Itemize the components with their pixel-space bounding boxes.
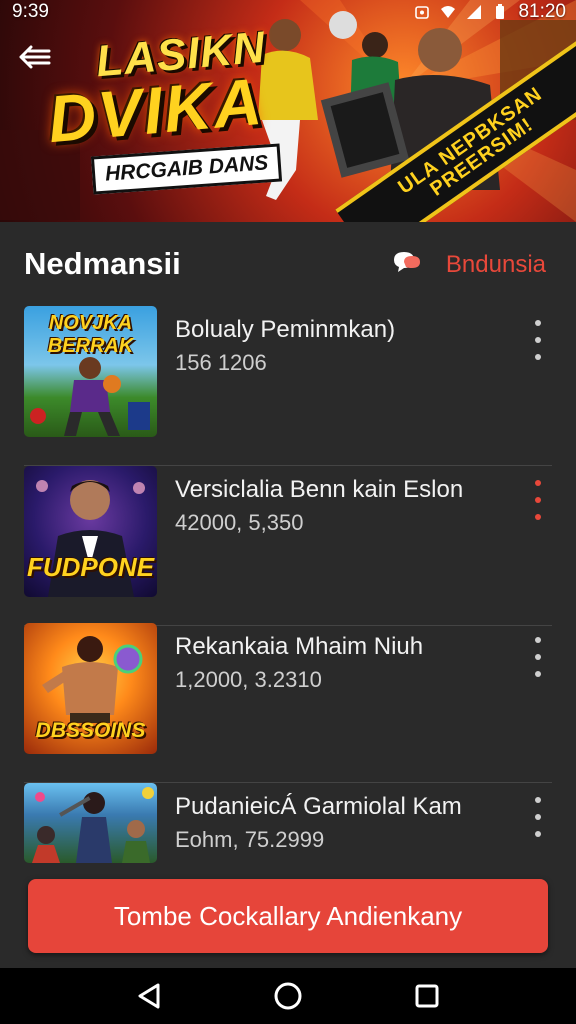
status-time: 9:39 <box>12 1 49 22</box>
nav-back-button[interactable] <box>129 976 169 1016</box>
more-options-icon[interactable] <box>528 637 548 677</box>
list-panel: Nedmansii Bndunsia NOVJKA BERRAK Bolualy… <box>0 222 576 968</box>
more-options-icon[interactable] <box>528 320 548 360</box>
square-recents-icon <box>415 984 439 1008</box>
status-icons: 81:20 <box>414 1 566 23</box>
list-item[interactable]: PudanieicÁ Garmiolal Kam Eohm, 75.2999 <box>0 783 576 865</box>
item-thumbnail <box>24 783 157 863</box>
item-title: Versiclalia Benn kain Eslon <box>175 476 464 503</box>
nav-home-button[interactable] <box>268 976 308 1016</box>
item-title: Rekankaia Mhaim Niuh <box>175 633 424 660</box>
item-thumbnail: FUDPONE <box>24 466 157 597</box>
hero-banner[interactable]: LASIKN DVIKA HRCGAIB DANS ULA NEPBKSAN P… <box>0 0 576 222</box>
item-title: PudanieicÁ Garmiolal Kam <box>175 793 462 820</box>
list-item[interactable]: NOVJKA BERRAK Bolualy Peminmkan) 156 120… <box>0 306 576 466</box>
chat-bubble-icon <box>393 252 420 272</box>
status-bar: 9:39 81:20 <box>0 0 576 24</box>
item-thumbnail: DBSSOINS <box>24 623 157 754</box>
more-options-icon[interactable] <box>528 480 548 520</box>
notification-icon <box>415 6 430 19</box>
more-options-icon[interactable] <box>528 797 548 837</box>
list-item[interactable]: DBSSOINS Rekankaia Mhaim Niuh 1,2000, 3.… <box>0 623 576 783</box>
thumb-title: NOVJKA BERRAK <box>47 312 134 357</box>
circle-home-icon <box>274 982 302 1010</box>
thumb-title: DBSSOINS <box>35 719 146 742</box>
section-header: Nedmansii Bndunsia <box>0 222 576 302</box>
primary-cta-button[interactable]: Tombe Cockallary Andienkany <box>28 879 548 953</box>
item-thumbnail: NOVJKA BERRAK <box>24 306 157 437</box>
item-subtitle: Eohm, 75.2999 <box>175 827 325 852</box>
back-button[interactable] <box>16 40 54 74</box>
item-title: Bolualy Peminmkan) <box>175 316 396 343</box>
system-nav-bar <box>0 968 576 1024</box>
wifi-icon <box>441 6 456 18</box>
section-action-label: Bndunsia <box>445 251 546 278</box>
section-title: Nedmansii <box>24 246 181 281</box>
item-subtitle: 1,2000, 3.2310 <box>175 667 322 692</box>
thumb-title: FUDPONE <box>26 552 155 582</box>
back-arrow-icon <box>19 45 51 69</box>
item-subtitle: 156 1206 <box>175 350 267 375</box>
status-time-right: 81:20 <box>518 1 566 22</box>
nav-recents-button[interactable] <box>407 976 447 1016</box>
triangle-back-icon <box>138 983 160 1009</box>
item-subtitle: 42000, 5,350 <box>175 510 304 535</box>
list-item[interactable]: FUDPONE Versiclalia Benn kain Eslon 4200… <box>0 466 576 626</box>
signal-icon <box>467 5 482 19</box>
section-action-button[interactable]: Bndunsia <box>390 250 546 280</box>
battery-icon <box>496 4 505 19</box>
